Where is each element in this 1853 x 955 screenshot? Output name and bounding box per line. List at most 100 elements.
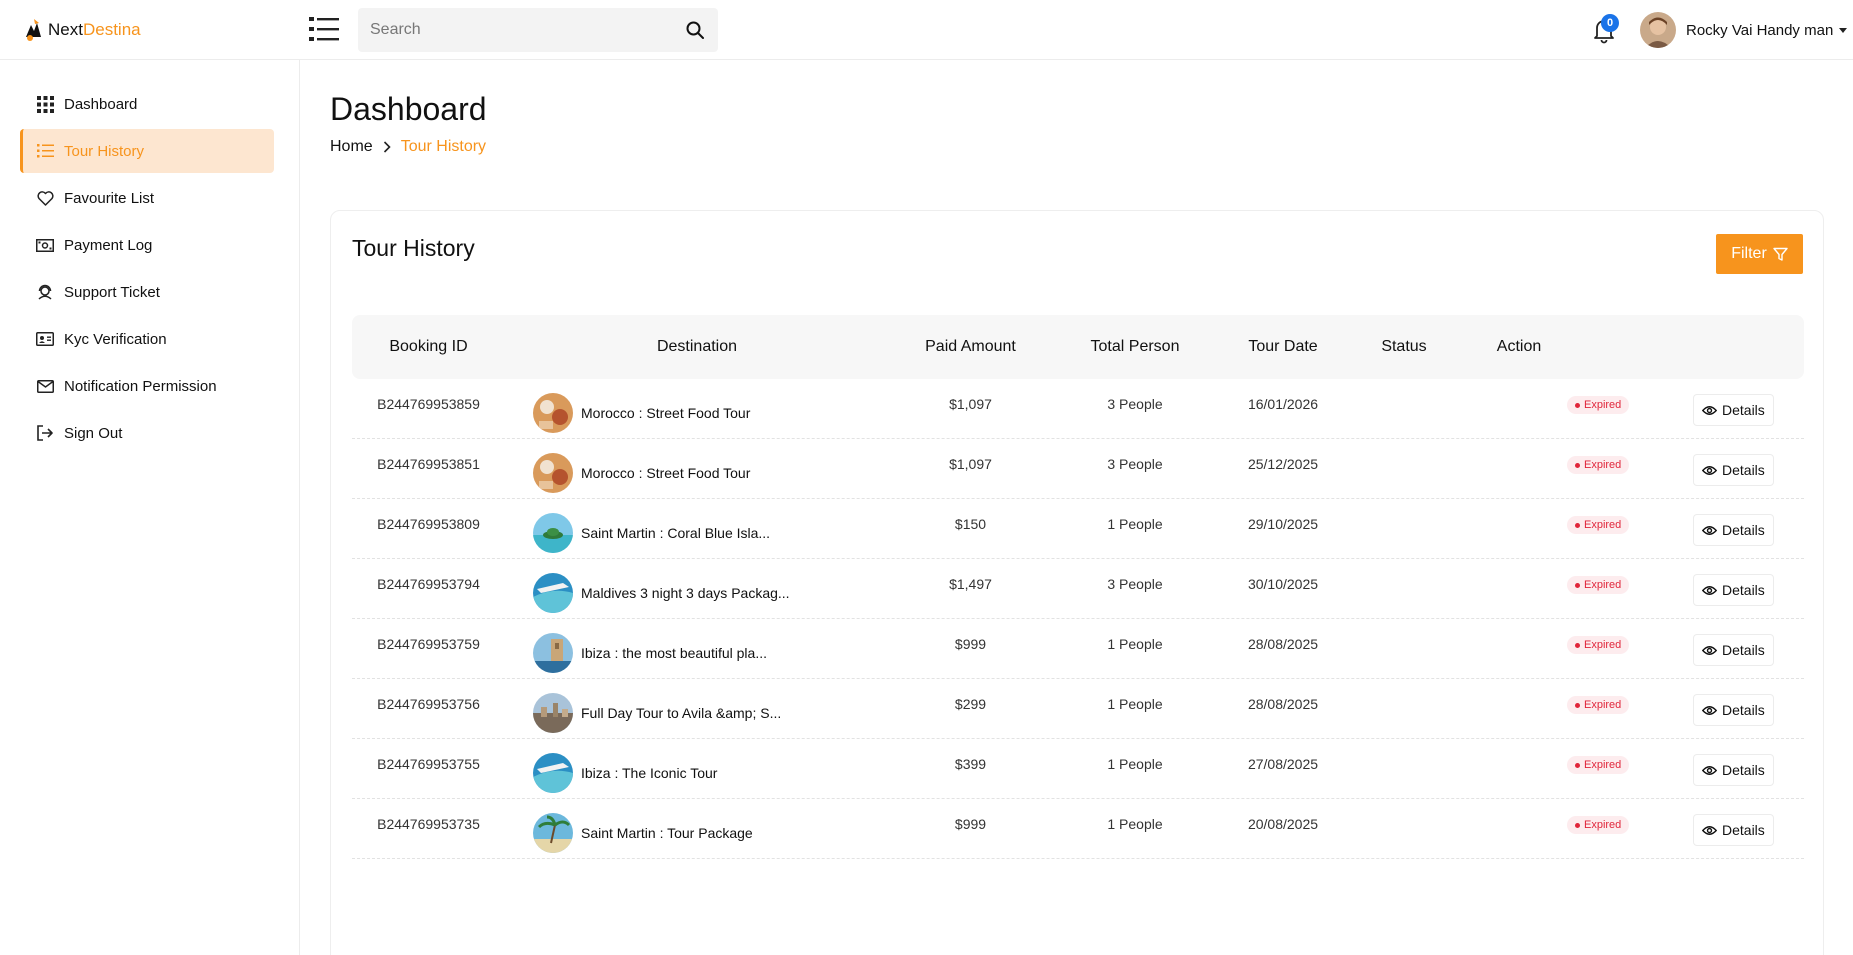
booking-id-cell: B244769953851 — [377, 456, 480, 472]
details-button[interactable]: Details — [1693, 754, 1774, 786]
tour-date-cell: 25/12/2025 — [1247, 456, 1319, 472]
paid-amount-cell: $1,097 — [949, 396, 992, 412]
eye-icon — [1702, 405, 1717, 415]
sidebar-item-label: Dashboard — [64, 95, 138, 113]
destination-cell[interactable]: Maldives 3 night 3 days Packag... — [533, 573, 790, 613]
table-row: B244769953794 Maldives 3 night 3 days Pac… — [352, 559, 1804, 619]
destination-cell[interactable]: Saint Martin : Tour Package — [533, 813, 753, 853]
destination-cell[interactable]: Saint Martin : Coral Blue Isla... — [533, 513, 770, 553]
status-label: Expired — [1584, 639, 1622, 651]
column-header-status[interactable]: Status — [1348, 315, 1460, 379]
table-row: B244769953859 Morocco : Street Food Tour $… — [352, 379, 1804, 439]
tour-date-cell: 28/08/2025 — [1247, 636, 1319, 652]
sidebar-item-tour-history[interactable]: Tour History — [20, 129, 274, 173]
details-button[interactable]: Details — [1693, 574, 1774, 606]
menu-toggle-icon[interactable] — [309, 16, 339, 42]
tour-date-cell: 30/10/2025 — [1247, 576, 1319, 592]
search-icon[interactable] — [686, 21, 704, 39]
destination-cell[interactable]: Ibiza : the most beautiful pla... — [533, 633, 767, 673]
details-button-label: Details — [1722, 642, 1765, 658]
search-input[interactable] — [370, 21, 686, 39]
destination-thumbnail — [533, 633, 573, 673]
destination-thumbnail — [533, 753, 573, 793]
details-button-label: Details — [1722, 762, 1765, 778]
details-button[interactable]: Details — [1693, 634, 1774, 666]
destination-cell[interactable]: Full Day Tour to Avila &amp; S... — [533, 693, 781, 733]
status-dot-icon — [1575, 462, 1580, 468]
status-badge: Expired — [1567, 396, 1630, 414]
status-label: Expired — [1584, 579, 1622, 591]
destination-name: Saint Martin : Tour Package — [581, 825, 753, 841]
status-label: Expired — [1584, 699, 1622, 711]
sidebar-item-favourite-list[interactable]: Favourite List — [20, 176, 274, 220]
tour-date-cell: 27/08/2025 — [1247, 756, 1319, 772]
logo-text-primary: Next — [48, 20, 83, 39]
paid-amount-cell: $999 — [954, 816, 987, 832]
sidebar-item-support-ticket[interactable]: Support Ticket — [20, 270, 274, 314]
destination-thumbnail — [533, 393, 573, 433]
destination-thumbnail — [533, 693, 573, 733]
cash-icon — [36, 236, 54, 254]
column-header-destination[interactable]: Destination — [505, 315, 889, 379]
chevron-right-icon — [383, 141, 391, 153]
details-button[interactable]: Details — [1693, 814, 1774, 846]
status-label: Expired — [1584, 759, 1622, 771]
details-button-label: Details — [1722, 582, 1765, 598]
total-person-cell: 1 People — [1107, 516, 1163, 532]
total-person-cell: 1 People — [1107, 756, 1163, 772]
filter-button-label: Filter — [1731, 245, 1767, 262]
eye-icon — [1702, 585, 1717, 595]
total-person-cell: 1 People — [1107, 636, 1163, 652]
sidebar-item-label: Payment Log — [64, 236, 153, 254]
sidebar-item-notification-permission[interactable]: Notification Permission — [20, 364, 274, 408]
destination-cell[interactable]: Morocco : Street Food Tour — [533, 393, 750, 433]
sidebar-item-kyc-verification[interactable]: Kyc Verification — [20, 317, 274, 361]
eye-icon — [1702, 645, 1717, 655]
sidebar-item-sign-out[interactable]: Sign Out — [20, 411, 274, 455]
total-person-cell: 1 People — [1107, 816, 1163, 832]
page-title: Dashboard — [330, 91, 487, 127]
booking-id-cell: B244769953735 — [377, 816, 480, 832]
details-button-label: Details — [1722, 462, 1765, 478]
filter-button[interactable]: Filter — [1716, 234, 1803, 274]
paid-amount-cell: $1,497 — [949, 576, 992, 592]
table-row: B244769953735 Saint Martin : Tour Package… — [352, 799, 1804, 859]
sign-out-icon — [36, 424, 54, 442]
sidebar-item-dashboard[interactable]: Dashboard — [20, 82, 274, 126]
column-header-action: Action — [1496, 338, 1542, 355]
destination-name: Ibiza : The Iconic Tour — [581, 765, 718, 781]
destination-cell[interactable]: Ibiza : The Iconic Tour — [533, 753, 717, 793]
details-button-label: Details — [1722, 522, 1765, 538]
destination-cell[interactable]: Morocco : Street Food Tour — [533, 453, 750, 493]
sidebar-item-label: Sign Out — [64, 424, 123, 442]
destination-thumbnail — [533, 813, 573, 853]
total-person-cell: 3 People — [1107, 396, 1163, 412]
details-button[interactable]: Details — [1693, 514, 1774, 546]
destination-thumbnail — [533, 573, 573, 613]
support-icon — [36, 283, 54, 301]
column-header-booking-id[interactable]: Booking ID — [352, 315, 505, 379]
sidebar-item-label: Notification Permission — [64, 377, 217, 395]
details-button[interactable]: Details — [1693, 394, 1774, 426]
sidebar-item-payment-log[interactable]: Payment Log — [20, 223, 274, 267]
destination-thumbnail — [533, 513, 573, 553]
details-button[interactable]: Details — [1693, 694, 1774, 726]
column-header-paid-amount[interactable]: Paid Amount — [889, 315, 1052, 379]
status-label: Expired — [1584, 399, 1622, 411]
brand-logo[interactable]: Next Destina — [22, 17, 141, 43]
destination-name: Ibiza : the most beautiful pla... — [581, 645, 767, 661]
status-badge: Expired — [1567, 576, 1630, 594]
status-badge: Expired — [1567, 756, 1630, 774]
top-header: NextDestina 0 Rocky Vai Handy man — [0, 0, 1853, 60]
table-row: B244769953756 Full Day Tour to Avila &amp… — [352, 679, 1804, 739]
breadcrumb-current: Tour History — [400, 138, 487, 155]
sidebar-item-label: Tour History — [64, 142, 145, 160]
details-button[interactable]: Details — [1693, 454, 1774, 486]
user-menu[interactable]: Rocky Vai Handy man — [1640, 12, 1848, 48]
column-header-total-person[interactable]: Total Person — [1052, 315, 1218, 379]
status-badge: Expired — [1567, 816, 1630, 834]
eye-icon — [1702, 525, 1717, 535]
column-header-tour-date[interactable]: Tour Date — [1218, 315, 1348, 379]
breadcrumb-home-link[interactable]: Home — [330, 138, 373, 156]
paid-amount-cell: $299 — [954, 696, 987, 712]
